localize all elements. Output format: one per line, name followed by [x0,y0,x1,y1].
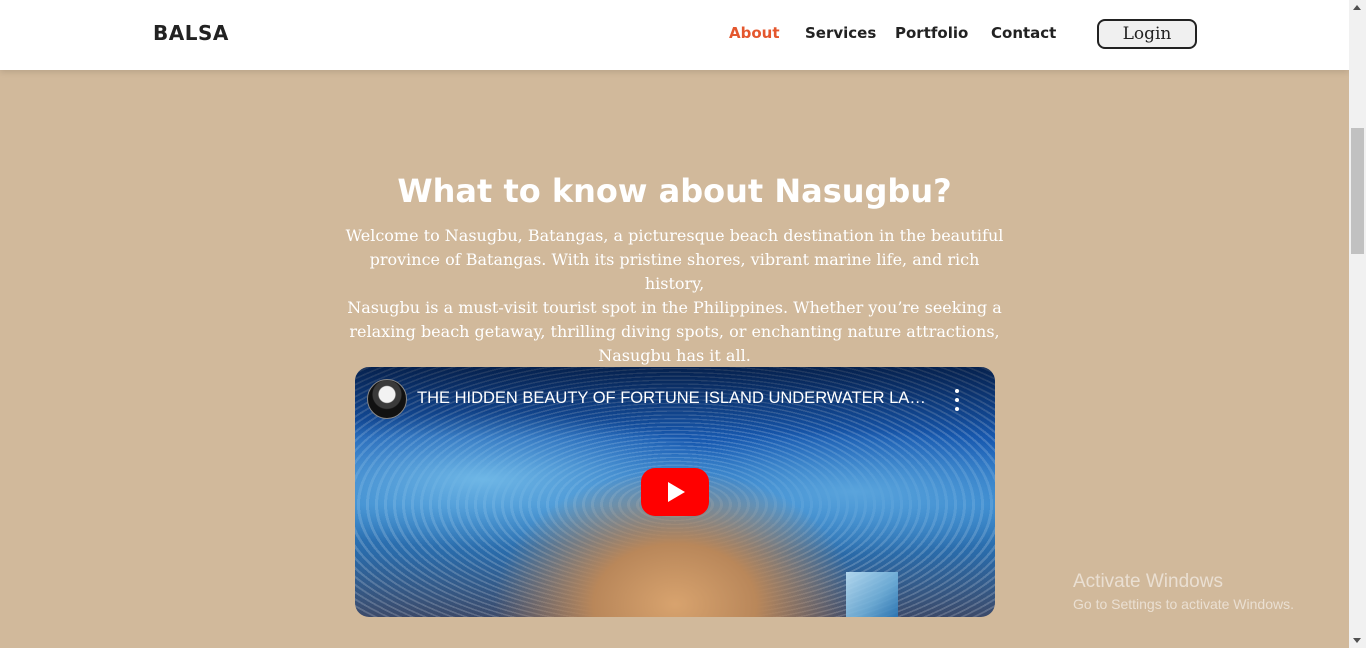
login-button-label: Login [1122,24,1172,44]
watermark-subtitle: Go to Settings to activate Windows. [1073,596,1294,612]
page-title: What to know about Nasugbu? [397,172,952,210]
intro-paragraph: Welcome to Nasugbu, Batangas, a pictures… [344,224,1005,368]
video-embed[interactable]: THE HIDDEN BEAUTY OF FORTUNE ISLAND UNDE… [355,367,995,617]
video-title[interactable]: THE HIDDEN BEAUTY OF FORTUNE ISLAND UNDE… [417,389,937,408]
intro-line: Nasugbu has it all. [598,346,751,365]
scroll-up-icon[interactable] [1353,5,1361,10]
nav-item-about[interactable]: About [729,24,780,42]
channel-avatar[interactable] [367,379,407,419]
nav-item-contact[interactable]: Contact [991,24,1056,42]
play-icon[interactable] [641,468,709,516]
nav-item-services[interactable]: Services [805,24,876,42]
scroll-down-icon[interactable] [1353,638,1361,643]
more-vertical-icon[interactable] [947,389,967,411]
site-header: BALSA About Services Portfolio Contact L… [0,0,1349,70]
page-scrollbar[interactable] [1349,0,1366,648]
nav-item-portfolio[interactable]: Portfolio [895,24,968,42]
watermark-title: Activate Windows [1073,571,1223,592]
intro-line: Nasugbu is a must-visit tourist spot in … [347,298,1002,317]
intro-line: Welcome to Nasugbu, Batangas, a pictures… [345,226,1004,245]
video-thumbnail-badge [846,572,898,617]
login-button[interactable]: Login [1097,19,1197,49]
scroll-thumb[interactable] [1351,128,1364,254]
intro-line: province of Batangas. With its pristine … [369,250,980,293]
windows-activation-watermark: Activate Windows Go to Settings to activ… [1073,571,1294,612]
intro-line: relaxing beach getaway, thrilling diving… [349,322,1000,341]
brand-logo[interactable]: BALSA [153,21,229,45]
